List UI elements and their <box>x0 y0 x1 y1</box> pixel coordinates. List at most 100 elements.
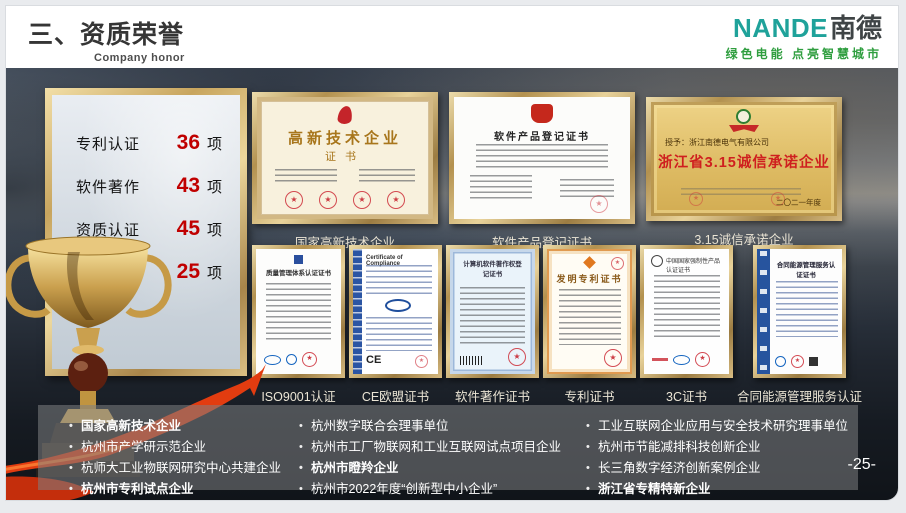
logo-wordmark: NANDE南德 <box>726 14 882 42</box>
green-logo-icon <box>736 109 751 124</box>
blue-side-band <box>757 249 770 374</box>
honor-item: 长三角数字经济创新案例企业 <box>585 458 855 479</box>
certificate-software-product: 软件产品登记证书 软件产品登记证书 <box>449 92 635 251</box>
mark-oval-icon <box>385 299 411 312</box>
certificate-software-copyright: 计算机软件著作权登记证书 软件著作证书 <box>446 245 539 405</box>
certificate-image: 发明专利证书 <box>547 249 632 374</box>
honor-item: 杭州市2022年度“创新型中小企业” <box>298 479 585 500</box>
certificate-frame: Certificate of Compliance CE <box>349 245 442 378</box>
certificate-frame: 中国国家强制性产品认证证书 <box>640 245 733 378</box>
certificate-image: Certificate of Compliance CE <box>353 249 438 374</box>
certificate-patent: 发明专利证书 专利证书 <box>543 245 636 405</box>
company-logo: NANDE南德 绿色电能 点亮智慧城市 <box>726 14 882 62</box>
logo-tagline: 绿色电能 点亮智慧城市 <box>726 45 882 62</box>
footer-marks <box>775 355 818 368</box>
national-emblem-icon <box>531 104 553 123</box>
certificate-frame: 软件产品登记证书 <box>449 92 635 224</box>
certificate-frame: 计算机软件著作权登记证书 <box>446 245 539 378</box>
text-lines <box>470 175 532 201</box>
certificate-315-integrity: 授予：浙江南德电气有限公司 浙江省3.15诚信承诺企业 二〇二一年度 3.15诚… <box>646 92 842 251</box>
stat-value: 43 <box>162 174 200 198</box>
honor-item: 浙江省专精特新企业 <box>585 479 855 500</box>
red-seal-icon <box>689 192 703 206</box>
certificate-title: 浙江省3.15诚信承诺企业 <box>651 151 837 172</box>
blue-logo-icon <box>775 356 786 367</box>
stat-row-software: 软件著作 43 项 <box>76 174 240 198</box>
certificate-caption: CE欧盟证书 <box>362 386 429 405</box>
year-label: 二〇二一年度 <box>776 197 821 208</box>
qr-code-icon <box>809 357 818 366</box>
page-subtitle: Company honor <box>94 52 185 64</box>
certificate-caption: ISO9001认证 <box>261 386 335 405</box>
certificate-image: 合同能源管理服务认证证书 <box>757 249 842 374</box>
certificate-title: 合同能源管理服务认证证书 <box>774 259 838 279</box>
red-seal-icon <box>604 349 622 367</box>
honor-item: 杭州市工厂物联网和工业互联网试点项目企业 <box>298 437 585 458</box>
certificate-energy-management: 合同能源管理服务认证证书 合同能源管理服务认证 <box>737 245 862 405</box>
text-lines <box>476 144 608 168</box>
honor-item: 杭州数字联合会理事单位 <box>298 416 585 437</box>
honor-item: 杭州市节能减排科技创新企业 <box>585 437 855 458</box>
title-block: 三、资质荣誉 Company honor <box>28 15 185 64</box>
certificate-image: 高新技术企业 证书 <box>257 97 433 219</box>
barcode-icon <box>460 356 482 365</box>
honor-item: 工业互联网企业应用与安全技术研究理事单位 <box>585 416 855 437</box>
slide-header: 三、资质荣誉 Company honor NANDE南德 绿色电能 点亮智慧城市 <box>6 6 898 68</box>
certificate-caption: 软件著作证书 <box>455 386 530 405</box>
red-seal-icon <box>319 191 337 209</box>
certificate-image: 软件产品登记证书 <box>454 97 630 219</box>
honor-list-col1: 国家高新技术企业 杭州市产学研示范企业 杭师大工业物联网研究中心共建企业 杭州市… <box>68 416 298 490</box>
red-seal-icon <box>353 191 371 209</box>
seal-row <box>257 191 433 209</box>
slide-page: 三、资质荣誉 Company honor NANDE南德 绿色电能 点亮智慧城市… <box>0 0 906 513</box>
red-seal-icon <box>302 352 317 367</box>
blue-side-band <box>353 249 362 374</box>
certificate-image: 授予：浙江南德电气有限公司 浙江省3.15诚信承诺企业 二〇二一年度 <box>651 102 837 216</box>
honor-item: 杭州市专利试点企业 <box>68 479 298 500</box>
red-banner-icon <box>729 125 759 132</box>
honor-item: 国家高新技术企业 <box>68 416 298 437</box>
stat-value: 36 <box>162 131 200 155</box>
text-lines <box>654 275 720 341</box>
certificate-title: 高新技术企业 <box>257 127 433 148</box>
logo-en-text: NANDE <box>733 13 828 43</box>
certificate-frame: 发明专利证书 <box>543 245 636 378</box>
cnas-logo-icon <box>286 354 297 365</box>
ccc-logo-icon <box>651 255 663 267</box>
text-lines <box>776 281 838 337</box>
emblem-icon <box>294 255 303 264</box>
honors-band: 国家高新技术企业 杭州市产学研示范企业 杭师大工业物联网研究中心共建企业 杭州市… <box>38 405 858 490</box>
logo-cn-text: 南德 <box>830 13 882 43</box>
certificate-frame: 授予：浙江南德电气有限公司 浙江省3.15诚信承诺企业 二〇二一年度 <box>646 97 842 221</box>
stat-label: 专利认证 <box>76 133 162 154</box>
certificate-ce: Certificate of Compliance CE CE欧盟证书 <box>349 245 442 405</box>
flame-logo-icon <box>337 105 353 124</box>
certificate-caption: 专利证书 <box>564 386 614 405</box>
red-seal-icon <box>285 191 303 209</box>
red-seal-icon <box>415 355 428 368</box>
certificate-caption: 3C证书 <box>666 386 707 405</box>
certificate-title: 中国国家强制性产品认证证书 <box>666 256 724 274</box>
certificate-frame: 合同能源管理服务认证证书 <box>753 245 846 378</box>
red-seal-icon <box>387 191 405 209</box>
certificate-3c: 中国国家强制性产品认证证书 3C证书 <box>640 245 733 405</box>
red-seal-icon <box>590 195 608 213</box>
award-line: 授予：浙江南德电气有限公司 <box>665 137 769 148</box>
red-text-line <box>652 358 668 361</box>
certificate-image: 计算机软件著作权登记证书 <box>450 249 535 374</box>
certificate-caption: 合同能源管理服务认证 <box>737 386 862 405</box>
certificate-title: 软件产品登记证书 <box>454 128 630 143</box>
certificate-frame: 高新技术企业 证书 <box>252 92 438 224</box>
red-seal-icon <box>508 348 526 366</box>
text-lines <box>359 169 415 185</box>
certificate-row-bottom: 质量管理体系认证证书 ISO9001认证 <box>252 245 862 405</box>
honor-item: 杭州市产学研示范企业 <box>68 437 298 458</box>
text-lines <box>460 287 525 347</box>
slide: 三、资质荣誉 Company honor NANDE南德 绿色电能 点亮智慧城市… <box>6 6 898 500</box>
certificate-image: 质量管理体系认证证书 <box>256 249 341 374</box>
text-lines <box>366 317 432 351</box>
text-lines <box>266 283 331 343</box>
page-number: -25- <box>848 456 876 474</box>
stat-row-patent: 专利认证 36 项 <box>76 131 240 155</box>
page-title: 三、资质荣誉 <box>28 15 185 51</box>
